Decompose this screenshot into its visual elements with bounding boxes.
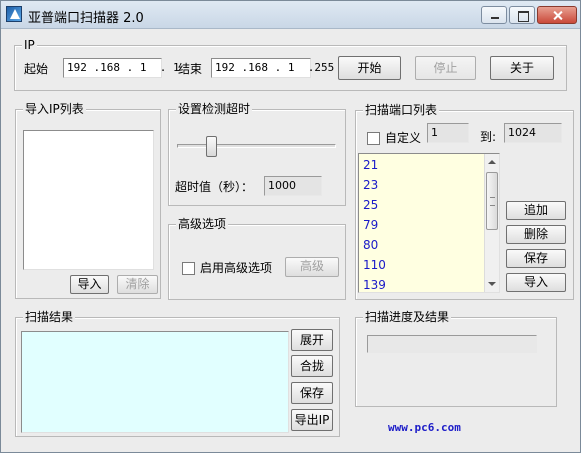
ip-list-box[interactable] — [23, 130, 154, 270]
port-item[interactable]: 21 — [363, 158, 378, 172]
end-ip-label: 结束 — [178, 62, 203, 76]
export-ip-button[interactable]: 导出IP — [291, 409, 333, 431]
minimize-icon[interactable] — [481, 6, 507, 24]
close-icon[interactable] — [537, 6, 577, 24]
ports-group-title: 扫描端口列表 — [363, 103, 440, 117]
timeout-slider-thumb[interactable] — [206, 136, 217, 157]
maximize-icon[interactable] — [509, 6, 535, 24]
advanced-group-title: 高级选项 — [176, 217, 229, 231]
scan-results-group-title: 扫描结果 — [23, 310, 76, 324]
port-item[interactable]: 110 — [363, 258, 386, 272]
timeout-label: 超时值（秒）： — [175, 180, 254, 194]
port-import-button[interactable]: 导入 — [506, 273, 566, 292]
app-icon — [6, 6, 22, 22]
port-save-button[interactable]: 保存 — [506, 249, 566, 268]
timeout-group-title: 设置检测超时 — [176, 102, 253, 116]
custom-ports-label: 自定义 — [385, 131, 422, 145]
clear-ip-button[interactable]: 清除 — [117, 275, 158, 294]
start-ip-label: 起始 — [24, 62, 49, 76]
end-ip-field[interactable]: 192 .168 . 1 .255 — [211, 58, 334, 78]
advanced-button[interactable]: 高级 — [285, 257, 339, 277]
import-ip-button[interactable]: 导入 — [70, 275, 109, 294]
port-item[interactable]: 25 — [363, 198, 378, 212]
website-link[interactable]: www.pc6.com — [388, 421, 461, 434]
port-add-button[interactable]: 追加 — [506, 201, 566, 220]
port-item[interactable]: 23 — [363, 178, 378, 192]
custom-ports-checkbox[interactable] — [367, 132, 380, 145]
import-ip-group-title: 导入IP列表 — [23, 102, 86, 116]
stop-button[interactable]: 停止 — [415, 56, 476, 80]
port-delete-button[interactable]: 删除 — [506, 225, 566, 244]
scan-results-area[interactable] — [21, 331, 289, 433]
timeout-value-field[interactable]: 1000 — [264, 176, 322, 196]
scroll-thumb[interactable] — [486, 172, 498, 230]
scroll-up-icon[interactable] — [485, 154, 499, 170]
port-to-label: 到: — [480, 130, 497, 144]
progress-bar — [367, 335, 537, 353]
window-title: 亚普端口扫描器 2.0 — [28, 11, 144, 26]
main-window: 亚普端口扫描器 2.0 IP 起始 192 .168 . 1 . 1 结束 19… — [0, 0, 581, 453]
ip-group-title: IP — [22, 38, 37, 52]
results-save-button[interactable]: 保存 — [291, 382, 333, 404]
scroll-down-icon[interactable] — [485, 276, 499, 292]
port-item[interactable]: 80 — [363, 238, 378, 252]
progress-group-title: 扫描进度及结果 — [363, 310, 452, 324]
timeout-slider-track[interactable] — [177, 144, 336, 148]
port-from-field[interactable]: 1 — [427, 123, 469, 143]
advanced-checkbox[interactable] — [182, 262, 195, 275]
start-ip-field[interactable]: 192 .168 . 1 . 1 — [63, 58, 180, 78]
progress-group: 扫描进度及结果 — [355, 310, 557, 407]
title-bar[interactable]: 亚普端口扫描器 2.0 — [1, 1, 580, 29]
port-list-box[interactable]: 21 23 25 79 80 110 139 — [358, 153, 500, 293]
port-list-scrollbar[interactable] — [484, 154, 499, 292]
expand-button[interactable]: 展开 — [291, 329, 333, 351]
advanced-checkbox-label: 启用高级选项 — [200, 261, 273, 275]
port-to-field[interactable]: 1024 — [504, 123, 562, 143]
start-button[interactable]: 开始 — [338, 56, 401, 80]
collapse-button[interactable]: 合拢 — [291, 355, 333, 377]
about-button[interactable]: 关于 — [490, 56, 554, 80]
port-item[interactable]: 139 — [363, 278, 386, 292]
port-item[interactable]: 79 — [363, 218, 378, 232]
